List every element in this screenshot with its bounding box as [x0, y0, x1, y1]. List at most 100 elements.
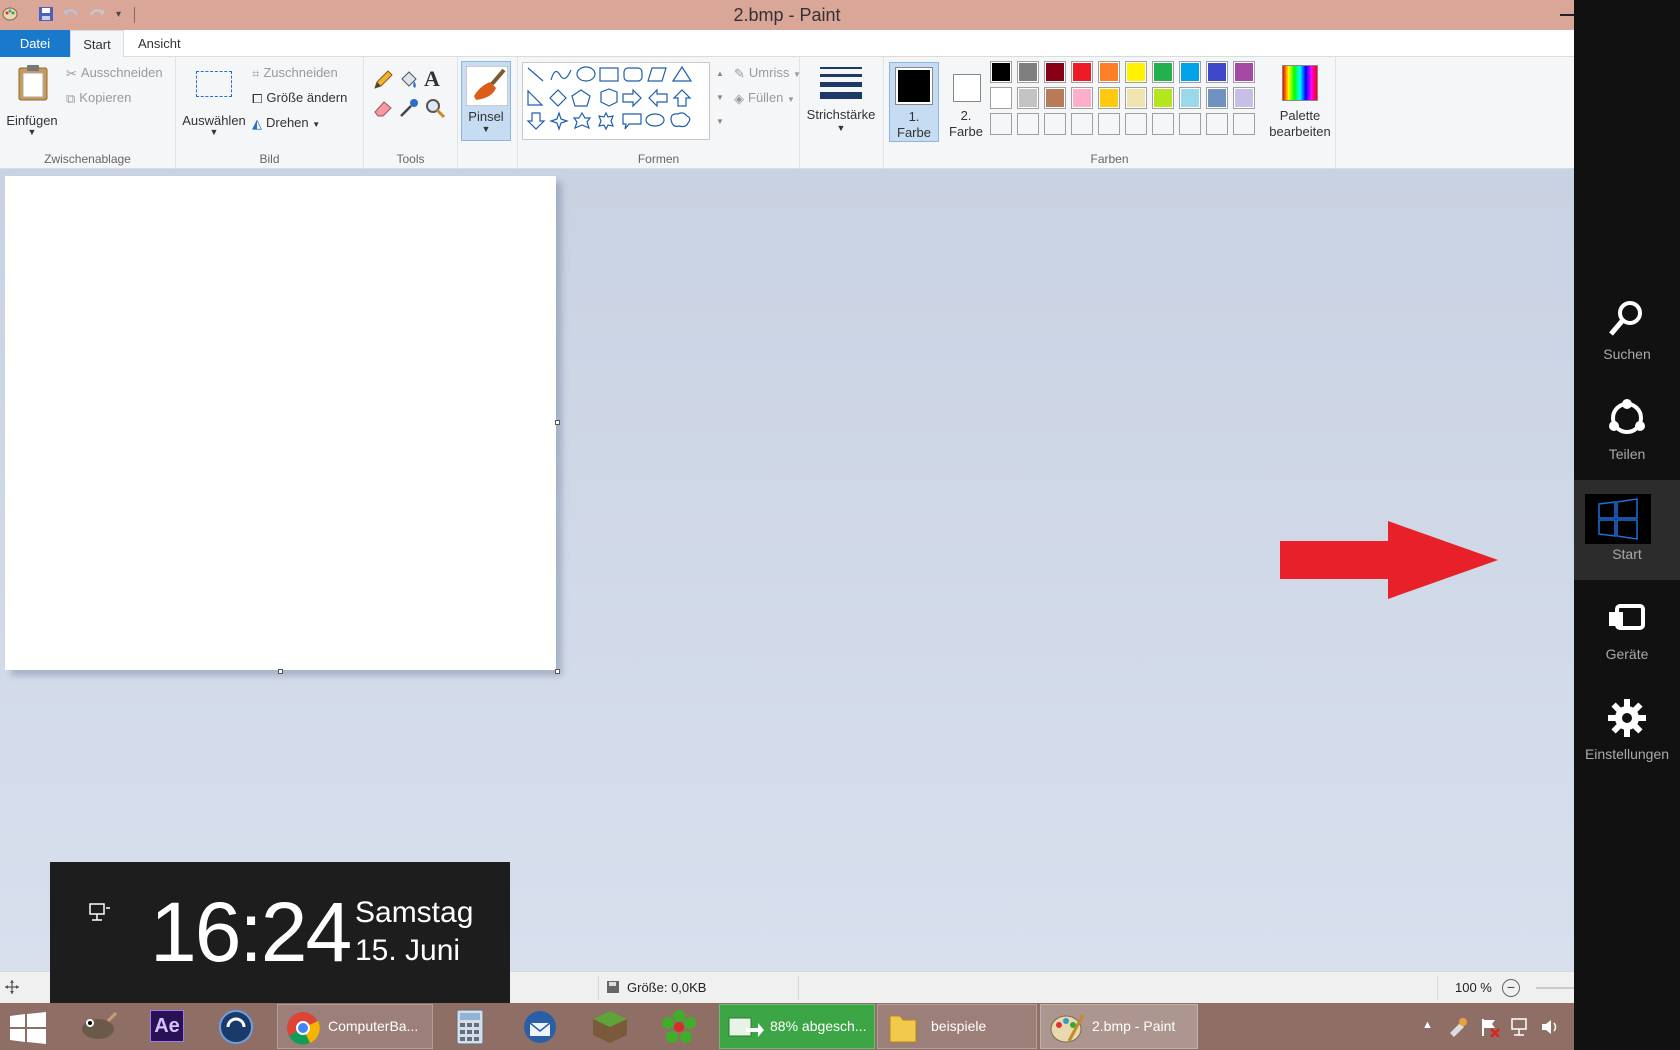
taskbar-chrome-button[interactable]: ComputerBa...	[277, 1004, 433, 1049]
select-button[interactable]: Auswählen ▼	[182, 61, 246, 145]
charm-settings[interactable]: Einstellungen	[1574, 680, 1680, 780]
group-stroke: Strichstärke ▼	[800, 57, 884, 169]
palette-swatch[interactable]	[1098, 87, 1120, 109]
copy-button[interactable]: ⧉ Kopieren	[66, 90, 131, 107]
disk-icon	[606, 980, 620, 997]
zoom-out-button[interactable]: −	[1502, 979, 1520, 997]
thunderbird-icon[interactable]	[520, 1009, 560, 1050]
gimp-icon[interactable]	[78, 1011, 118, 1050]
outline-button[interactable]: ✎ Umriss ▼	[734, 65, 801, 82]
fill-bucket-icon[interactable]	[398, 69, 420, 94]
palette-swatch[interactable]	[1044, 61, 1066, 83]
cinema4d-icon[interactable]	[218, 1009, 254, 1050]
status-divider	[1437, 976, 1438, 1000]
color-picker-icon[interactable]	[398, 97, 420, 122]
charm-start[interactable]: Start	[1574, 480, 1680, 580]
action-center-flag-icon[interactable]	[1480, 1017, 1500, 1040]
fill-icon: ◈	[734, 90, 744, 106]
resize-button[interactable]: ⧠ Größe ändern	[252, 90, 347, 107]
windows-start-icon[interactable]	[10, 1012, 46, 1050]
palette-swatch[interactable]	[1233, 113, 1255, 135]
paste-dropdown-icon[interactable]: ▼	[6, 127, 58, 137]
tab-ansicht[interactable]: Ansicht	[126, 30, 193, 57]
palette-swatch[interactable]	[1233, 87, 1255, 109]
fill-label: Füllen	[748, 90, 784, 105]
taskbar-download-button[interactable]: 88% abgesch...	[719, 1004, 875, 1049]
palette-swatch[interactable]	[1017, 61, 1039, 83]
search-icon	[1609, 301, 1642, 336]
palette-swatch[interactable]	[990, 113, 1012, 135]
resize-handle-right[interactable]	[555, 420, 560, 425]
palette-swatch[interactable]	[990, 61, 1012, 83]
shapes-gallery[interactable]	[522, 62, 710, 140]
brushes-label: Pinsel	[468, 109, 504, 124]
palette-swatch[interactable]	[1017, 87, 1039, 109]
cursor-position-icon	[4, 979, 20, 998]
palette-swatch[interactable]	[1071, 113, 1093, 135]
palette-swatch[interactable]	[1125, 87, 1147, 109]
charm-search[interactable]: Suchen	[1574, 280, 1680, 380]
text-tool-icon[interactable]: A	[424, 66, 440, 92]
chrome-icon	[287, 1012, 320, 1045]
color1-button[interactable]: 1. Farbe	[889, 62, 939, 142]
charm-share[interactable]: Teilen	[1574, 380, 1680, 480]
minecraft-icon[interactable]	[592, 1010, 628, 1050]
rotate-button[interactable]: ◭ Drehen ▼	[252, 115, 320, 132]
palette-swatch[interactable]	[1152, 113, 1174, 135]
palette-swatch[interactable]	[1044, 87, 1066, 109]
zoom-slider[interactable]	[1536, 987, 1574, 989]
brushes-button[interactable]: Pinsel ▼	[461, 61, 511, 141]
charm-devices[interactable]: Geräte	[1574, 580, 1680, 680]
palette-swatch[interactable]	[1179, 87, 1201, 109]
resize-handle-corner[interactable]	[555, 669, 560, 674]
tab-datei[interactable]: Datei	[0, 30, 70, 57]
magnifier-icon[interactable]	[424, 97, 446, 122]
window-title: 2.bmp - Paint	[733, 5, 841, 25]
volume-icon[interactable]	[1540, 1017, 1562, 1040]
taskbar-paint-button[interactable]: 2.bmp - Paint	[1040, 1004, 1198, 1049]
minimize-button[interactable]	[1560, 14, 1574, 16]
palette-swatch[interactable]	[1098, 61, 1120, 83]
palette-swatch[interactable]	[1071, 61, 1093, 83]
paste-button[interactable]: Einfügen ▼	[6, 61, 58, 145]
tab-start[interactable]: Start	[70, 30, 124, 57]
tray-tool-icon[interactable]	[1448, 1017, 1468, 1040]
palette-swatch[interactable]	[990, 87, 1012, 109]
calculator-icon[interactable]	[456, 1009, 484, 1050]
palette-swatch[interactable]	[1152, 61, 1174, 83]
stroke-width-button[interactable]: Strichstärke ▼	[802, 61, 880, 145]
show-hidden-icons-chevron-icon[interactable]: ▲	[1422, 1019, 1433, 1031]
stroke-width-icon	[820, 67, 862, 99]
palette-swatch[interactable]	[1017, 113, 1039, 135]
palette-swatch[interactable]	[1206, 87, 1228, 109]
resize-handle-bottom[interactable]	[278, 669, 283, 674]
palette-swatch[interactable]	[1044, 113, 1066, 135]
edit-palette-button[interactable]: Palette bearbeiten	[1267, 61, 1333, 145]
shapes-scroll[interactable]: ▲ ▼ ▼	[714, 62, 726, 140]
select-label: Auswählen	[182, 113, 246, 128]
crop-button[interactable]: ⌗ Zuschneiden	[252, 65, 338, 82]
fill-button[interactable]: ◈ Füllen ▼	[734, 90, 795, 107]
charm-search-label: Suchen	[1603, 346, 1651, 362]
palette-swatch[interactable]	[1125, 61, 1147, 83]
after-effects-icon[interactable]: Ae	[150, 1010, 184, 1042]
taskbar-explorer-button[interactable]: beispiele	[877, 1004, 1037, 1049]
icq-flower-icon[interactable]	[660, 1009, 698, 1050]
palette-swatch[interactable]	[1206, 61, 1228, 83]
palette-swatch[interactable]	[1098, 113, 1120, 135]
select-dropdown-icon[interactable]: ▼	[182, 127, 246, 137]
stroke-width-label: Strichstärke	[806, 107, 876, 122]
network-tray-icon[interactable]	[1510, 1017, 1532, 1040]
eraser-icon[interactable]	[372, 97, 394, 122]
palette-swatch[interactable]	[1233, 61, 1255, 83]
drawing-canvas[interactable]	[5, 176, 556, 670]
palette-swatch[interactable]	[1206, 113, 1228, 135]
palette-swatch[interactable]	[1152, 87, 1174, 109]
color2-button[interactable]: 2. Farbe	[943, 62, 989, 142]
palette-swatch[interactable]	[1179, 113, 1201, 135]
pencil-icon[interactable]	[372, 69, 394, 94]
cut-button[interactable]: ✂ Ausschneiden	[66, 65, 163, 82]
palette-swatch[interactable]	[1071, 87, 1093, 109]
palette-swatch[interactable]	[1125, 113, 1147, 135]
palette-swatch[interactable]	[1179, 61, 1201, 83]
